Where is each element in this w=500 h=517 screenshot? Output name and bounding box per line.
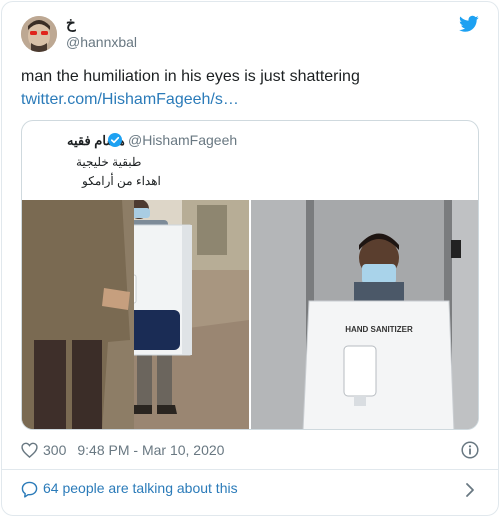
quoted-text-line2: اهداء من أرامكو	[82, 174, 161, 188]
info-icon[interactable]	[461, 441, 479, 459]
quoted-tweet[interactable]: هشام فقيه @HishamFageeh طبقية خليجية اهد…	[21, 120, 479, 430]
quoted-handle: @HishamFageeh	[128, 132, 238, 148]
quoted-text-line1: طبقية خليجية	[76, 155, 142, 169]
author-display-name[interactable]: خ	[66, 14, 76, 32]
verified-badge-icon	[108, 133, 122, 147]
like-count[interactable]: 300	[43, 442, 66, 458]
tweet-text: man the humiliation in his eyes is just …	[21, 68, 360, 85]
sanitizer-label: HAND SANITIZER	[345, 325, 413, 334]
tweet-meta: 300 9:48 PM - Mar 10, 2020	[21, 441, 224, 459]
quoted-photo-2[interactable]: HAND SANITIZER	[251, 200, 479, 430]
heart-icon[interactable]	[21, 442, 38, 458]
twitter-bird-icon[interactable]	[459, 15, 479, 33]
divider	[1, 469, 499, 470]
avatar[interactable]	[21, 16, 57, 52]
chevron-right-icon[interactable]	[465, 482, 475, 498]
author-handle[interactable]: @hannxbal	[66, 34, 137, 50]
comment-bubble-icon	[21, 481, 38, 498]
tweet-link[interactable]: twitter.com/HishamFageeh/s…	[21, 89, 239, 110]
tweet-timestamp[interactable]: 9:48 PM - Mar 10, 2020	[77, 442, 224, 458]
quoted-photo-1[interactable]	[22, 200, 249, 430]
conversation-link[interactable]: 64 people are talking about this	[43, 480, 238, 496]
